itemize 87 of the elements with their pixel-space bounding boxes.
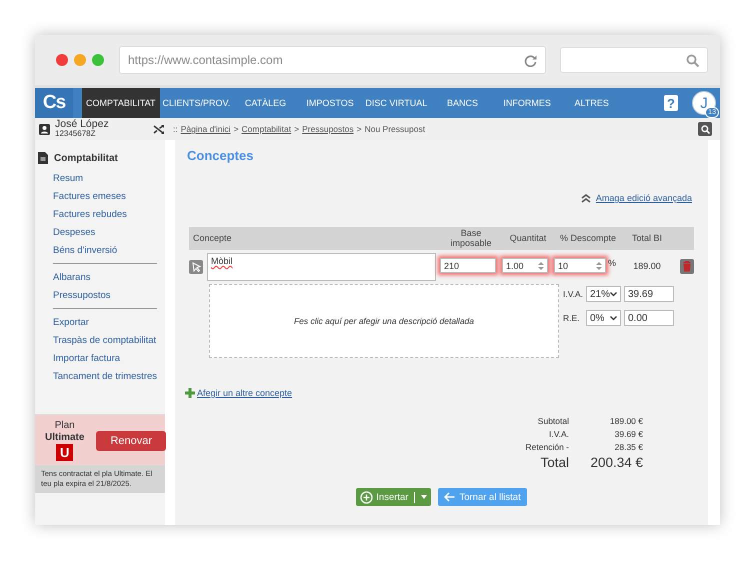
breadcrumb-link[interactable]: Pàgina d'inici [180, 124, 231, 134]
contact-card-icon [39, 124, 50, 134]
plan-name: Ultimate [45, 432, 84, 443]
sidebar-link[interactable]: Tancament de trimestres [53, 368, 157, 386]
tax-rate-select[interactable]: 21% [586, 286, 621, 302]
sidebar-link[interactable]: Factures rebudes [53, 206, 157, 224]
delete-button-icon[interactable] [680, 259, 694, 274]
concept-field[interactable]: Mòbil [207, 253, 436, 281]
plus-circle-icon [360, 490, 374, 504]
sidebar-link[interactable]: Béns d'inversió [53, 242, 157, 260]
app-logo[interactable]: Cs [35, 88, 73, 118]
column-header: Total BI [630, 234, 663, 244]
caret-icon [421, 495, 428, 499]
total-label: Retención - [524, 442, 569, 452]
tax-label: R.E. [563, 313, 581, 323]
sidebar-link[interactable]: Importar factura [53, 350, 157, 368]
spinner-icon [538, 260, 544, 270]
sidebar-heading: Comptabilitat [54, 152, 118, 164]
breadcrumb-current: Nou Pressupost [364, 124, 426, 134]
amount-field[interactable]: 210 [440, 258, 496, 273]
total-label: Total [539, 455, 569, 470]
window-controls-icon [55, 53, 105, 67]
nav-tab[interactable]: IMPOSTOS [298, 88, 362, 118]
tax-amount-field[interactable]: 39.69 [624, 286, 674, 302]
column-header: Quantitat [508, 234, 548, 244]
double-chevron-up-icon [580, 194, 591, 202]
tax-amount-field[interactable]: 0.00 [624, 310, 674, 326]
toggle-advanced-link[interactable]: Amaga edició avançada [596, 193, 692, 203]
tax-rate-select[interactable]: 0% [586, 310, 621, 326]
sidebar-link[interactable]: Traspàs de comptabilitat [53, 332, 157, 350]
add-concept-link[interactable]: Afegir un altre concepte [197, 388, 292, 398]
caret-icon [610, 316, 617, 320]
breadcrumb-separator: > [294, 124, 300, 134]
breadcrumb-link[interactable]: Comptabilitat [242, 124, 292, 134]
search-button[interactable] [698, 122, 712, 136]
total-value: 39.69 € [614, 429, 643, 439]
pointer-icon[interactable] [189, 260, 203, 274]
total-label: I.V.A. [548, 429, 569, 439]
plus-icon [185, 388, 195, 398]
refresh-icon [524, 54, 537, 66]
breadcrumb-separator: > [234, 124, 239, 134]
document-icon [38, 152, 48, 164]
shuffle-icon[interactable] [153, 124, 165, 134]
column-header: Concepte [192, 234, 233, 244]
sidebar-link[interactable]: Factures emeses [53, 188, 157, 206]
column-header: Base imposable [449, 228, 493, 248]
sidebar-link[interactable]: Albarans [53, 269, 157, 287]
plan-badge: U [56, 444, 74, 461]
breadcrumb-separator: > [356, 124, 362, 134]
nav-tab[interactable]: INFORMES [494, 88, 560, 118]
help-button[interactable]: ? [664, 95, 678, 111]
section-title: Conceptes [187, 148, 254, 163]
sidebar-link[interactable]: Pressupostos [53, 287, 157, 305]
total-label: Subtotal [536, 416, 569, 426]
renew-button[interactable]: Renovar [96, 430, 166, 450]
search-field[interactable] [560, 47, 708, 73]
address-bar[interactable]: https://www.contasimple.com [119, 46, 546, 74]
description-area[interactable]: Fes clic aquí per afegir una descripció detallada [209, 284, 559, 358]
search-icon [686, 54, 699, 66]
total-value: 189.00 € [608, 416, 643, 426]
nav-tab[interactable]: ALTRES [559, 88, 624, 118]
breadcrumb-link[interactable]: Pressupostos [302, 124, 354, 134]
discount-field[interactable]: 10 [554, 258, 606, 273]
search-icon [700, 124, 710, 134]
nav-tab[interactable]: CLIENTS/PROV. [160, 88, 234, 118]
user-tax-id: 12345678Z [55, 130, 96, 139]
caret-icon [610, 292, 618, 296]
quantity-field[interactable]: 1.00 [502, 258, 548, 273]
nav-tab[interactable]: DISC VIRTUAL [362, 88, 430, 118]
nav-tab[interactable]: CATÀLEG [233, 88, 298, 118]
line-total: 189.00 [632, 261, 662, 271]
breadcrumb-prefix: :: [173, 124, 178, 134]
percent-sign: % [608, 258, 616, 268]
insert-button[interactable]: Insertar [356, 488, 432, 506]
arrow-left-icon [444, 492, 456, 502]
nav-tab[interactable]: BANCS [430, 88, 495, 118]
user-name: José López [55, 119, 110, 130]
spinner-icon [596, 260, 602, 270]
sidebar-link[interactable]: Despeses [53, 224, 157, 242]
plan-label: Plan [54, 420, 75, 431]
tax-label: I.V.A. [563, 289, 583, 299]
total-value: 28.35 € [614, 442, 643, 452]
nav-tab[interactable]: COMPTABILITAT [82, 88, 160, 118]
total-value: 200.34 € [589, 455, 643, 470]
column-header: % Descompte [558, 234, 618, 244]
sidebar-link[interactable]: Exportar [53, 314, 157, 332]
sidebar-link[interactable]: Resum [53, 170, 157, 188]
